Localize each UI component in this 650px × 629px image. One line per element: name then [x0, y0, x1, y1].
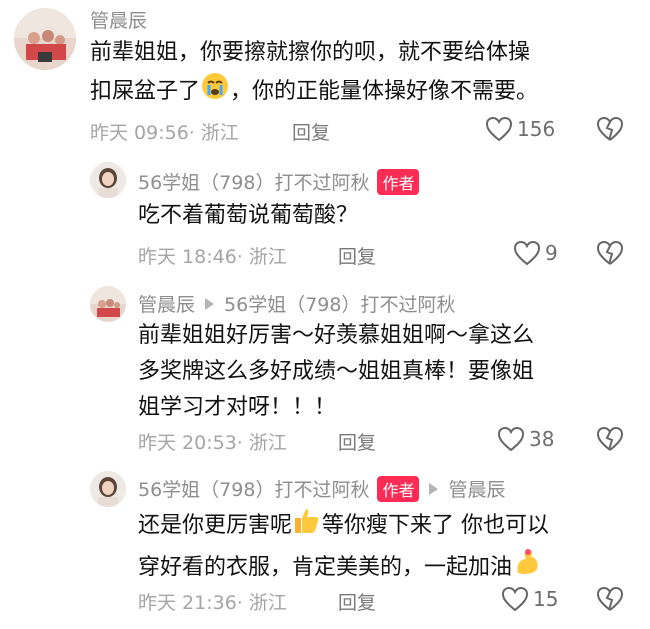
reply-to-name[interactable]: 56学姐（798）打不过阿秋 — [224, 290, 455, 317]
comment-author: 56学姐（798）打不过阿秋 作者 管晨辰 — [138, 475, 505, 502]
comment-time: 昨天 09:56 — [90, 122, 189, 144]
reply-to-name[interactable]: 管晨辰 — [448, 475, 505, 502]
broken-heart-icon — [596, 426, 624, 451]
comment-location: 浙江 — [248, 432, 287, 454]
comment-text: 吃不着葡萄说葡萄酸？ — [138, 203, 359, 228]
dislike-button[interactable] — [596, 240, 624, 270]
author-name[interactable]: 56学姐（798）打不过阿秋 — [138, 168, 369, 195]
comment-meta: 昨天 18:46· 浙江 — [138, 246, 287, 268]
avatar[interactable] — [90, 162, 126, 198]
thumbs-up-icon — [292, 505, 322, 547]
dislike-button[interactable] — [596, 426, 624, 456]
avatar[interactable] — [90, 471, 126, 507]
comment-text-line: 扣屎盆子了 — [90, 79, 201, 104]
comment-author: 管晨辰 56学姐（798）打不过阿秋 — [138, 290, 455, 317]
comment-text-line: 前辈姐姐好厉害～好羡慕姐姐啊～拿这么 — [138, 323, 535, 348]
comment-text-line: 多奖牌这么多好成绩～姐姐真棒！要像姐 — [138, 359, 535, 384]
comment-location: 浙江 — [248, 592, 287, 614]
like-count: 38 — [529, 427, 555, 451]
comment-text-line: 姐学习才对呀！！！ — [138, 395, 337, 420]
comment-text-line: 还是你更厉害呢 — [138, 513, 293, 538]
comment-text-line: 前辈姐姐，你要擦就擦你的呗，就不要给体操 — [90, 40, 531, 65]
author-name[interactable]: 56学姐（798）打不过阿秋 — [138, 475, 369, 502]
heart-icon — [513, 240, 541, 266]
reply-button[interactable]: 回复 — [292, 118, 330, 145]
comment-1: 管晨辰 前辈姐姐，你要擦就擦你的呗，就不要给体操 扣屎盆子了 ，你的正能量体操好像… — [0, 0, 650, 150]
comment-meta: 昨天 20:53· 浙江 — [138, 432, 287, 454]
comment-location: 浙江 — [248, 246, 287, 268]
comment-location: 浙江 — [200, 122, 239, 144]
comment-text: 前辈姐姐，你要擦就擦你的呗，就不要给体操 扣屎盆子了 ，你的正能量体操好像不需要。 — [90, 35, 635, 113]
comment-author[interactable]: 56学姐（798）打不过阿秋 作者 — [138, 168, 420, 195]
avatar[interactable] — [14, 8, 76, 70]
like-count: 156 — [517, 117, 556, 141]
reply-arrow-icon — [429, 482, 439, 495]
comment-time: 昨天 20:53 — [138, 432, 237, 454]
broken-heart-icon — [596, 586, 624, 611]
like-button[interactable]: 156 — [485, 116, 555, 142]
heart-icon — [485, 116, 513, 142]
broken-heart-icon — [596, 240, 624, 265]
comment-time: 昨天 18:46 — [138, 246, 237, 268]
comment-2: 56学姐（798）打不过阿秋 作者 吃不着葡萄说葡萄酸？ 昨天 18:46· 浙… — [0, 150, 650, 280]
dislike-button[interactable] — [596, 586, 624, 616]
like-count: 9 — [545, 241, 558, 265]
reply-button[interactable]: 回复 — [338, 588, 376, 615]
comment-text: 前辈姐姐好厉害～好羡慕姐姐啊～拿这么 多奖牌这么多好成绩～姐姐真棒！要像姐 姐学… — [138, 318, 628, 426]
reply-button[interactable]: 回复 — [338, 428, 376, 455]
comment-text-line: ，你的正能量体操好像不需要。 — [230, 79, 539, 104]
comment-meta: 昨天 09:56· 浙江 — [90, 122, 239, 144]
comment-text-line: 穿好看的衣服，肯定美美的，一起加油 — [138, 555, 513, 580]
like-button[interactable]: 38 — [497, 426, 554, 452]
author-badge: 作者 — [377, 475, 420, 502]
reply-arrow-icon — [205, 297, 215, 310]
like-count: 15 — [533, 587, 559, 611]
like-button[interactable]: 9 — [513, 240, 558, 266]
comment-3: 管晨辰 56学姐（798）打不过阿秋 前辈姐姐好厉害～好羡慕姐姐啊～拿这么 多奖… — [0, 280, 650, 465]
flexed-biceps-icon — [512, 547, 542, 589]
avatar[interactable] — [90, 286, 126, 322]
comment-author[interactable]: 管晨辰 — [90, 6, 147, 33]
comment-time: 昨天 21:36 — [138, 592, 237, 614]
dislike-button[interactable] — [596, 116, 624, 146]
heart-icon — [501, 586, 529, 612]
comment-text-line: 等你瘦下来了 你也可以 — [322, 513, 550, 538]
reply-button[interactable]: 回复 — [338, 242, 376, 269]
like-button[interactable]: 15 — [501, 586, 558, 612]
comment-4: 56学姐（798）打不过阿秋 作者 管晨辰 还是你更厉害呢 等你瘦下来了 你也可以… — [0, 465, 650, 629]
comment-text: 还是你更厉害呢 等你瘦下来了 你也可以 穿好看的衣服，肯定美美的，一起加油 — [138, 505, 628, 589]
author-badge: 作者 — [377, 168, 420, 195]
broken-heart-icon — [596, 116, 624, 141]
crying-face-icon — [200, 71, 230, 113]
comment-meta: 昨天 21:36· 浙江 — [138, 592, 287, 614]
author-name[interactable]: 管晨辰 — [138, 290, 195, 317]
heart-icon — [497, 426, 525, 452]
